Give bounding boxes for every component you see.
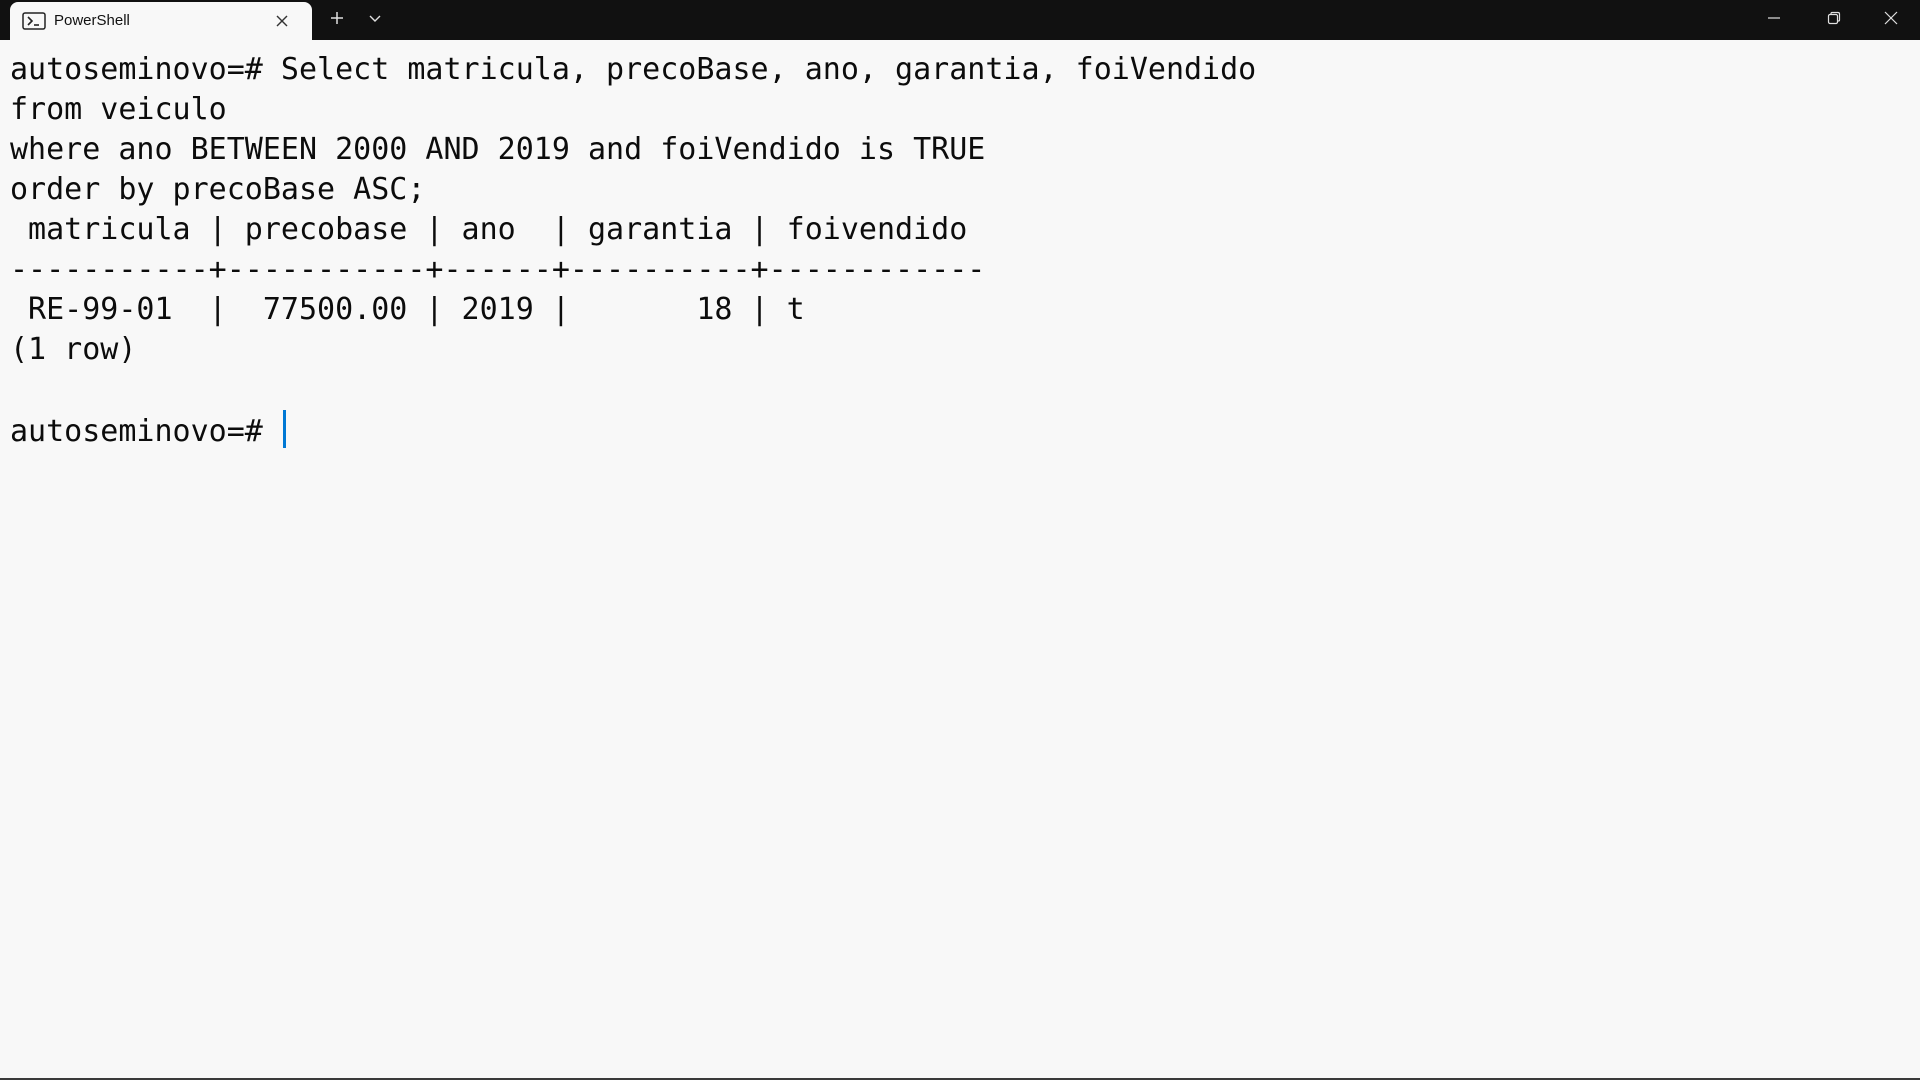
terminal-line: (1 row) [10, 332, 137, 367]
terminal-line: matricula | precobase | ano | garantia |… [10, 212, 968, 247]
chevron-down-icon [368, 11, 382, 30]
terminal-line: -----------+-----------+------+---------… [10, 252, 986, 287]
powershell-icon [22, 12, 46, 30]
text-cursor [282, 410, 286, 448]
tab-title: PowerShell [54, 12, 130, 29]
restore-button[interactable] [1812, 0, 1856, 40]
title-bar: PowerShell [0, 0, 1920, 40]
plus-icon [329, 10, 345, 31]
terminal-output[interactable]: autoseminovo=# Select matricula, precoBa… [10, 50, 1910, 1070]
terminal-line: RE-99-01 | 77500.00 | 2019 | 18 | t [10, 292, 805, 327]
new-tab-button[interactable] [322, 0, 352, 40]
terminal-line: where ano BETWEEN 2000 AND 2019 and foiV… [10, 132, 986, 167]
close-icon [1884, 11, 1898, 30]
terminal-line: from veiculo [10, 92, 227, 127]
terminal-line: autoseminovo=# Select matricula, precoBa… [10, 52, 1257, 87]
prompt-text: autoseminovo=# [10, 414, 281, 449]
close-window-button[interactable] [1868, 0, 1914, 40]
terminal-line: order by precoBase ASC; [10, 172, 426, 207]
close-icon[interactable] [274, 13, 290, 29]
restore-icon [1827, 11, 1841, 30]
tab-dropdown-button[interactable] [360, 0, 390, 40]
prompt-line[interactable]: autoseminovo=# [10, 410, 1910, 450]
minimize-icon [1767, 11, 1781, 30]
minimize-button[interactable] [1752, 0, 1796, 40]
tab-powershell[interactable]: PowerShell [10, 2, 312, 40]
